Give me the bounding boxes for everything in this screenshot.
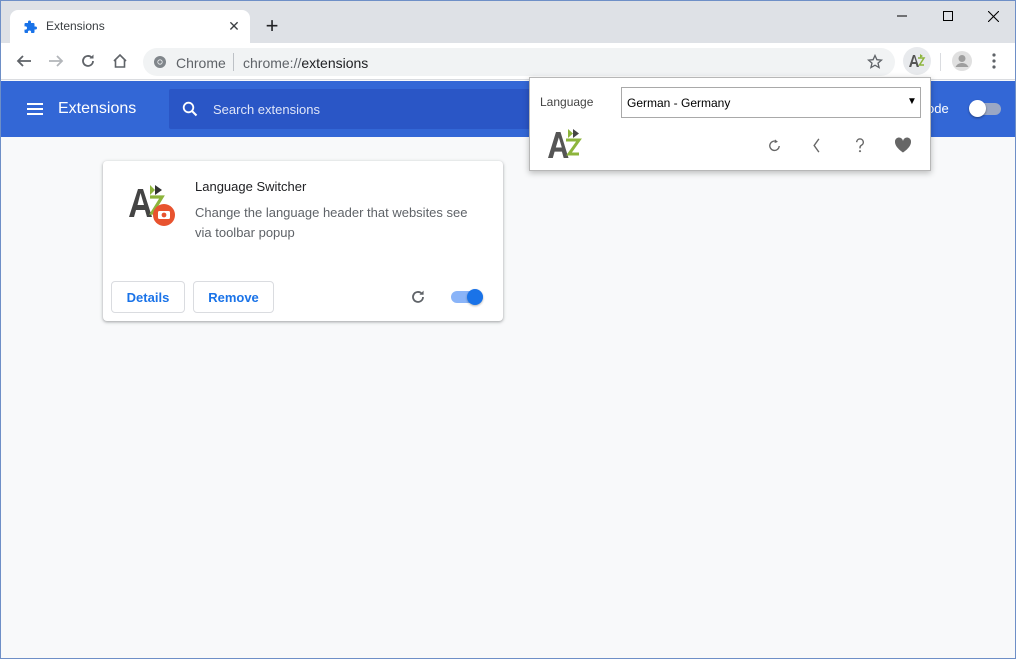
- home-button[interactable]: [107, 48, 133, 74]
- extension-description: Change the language header that websites…: [195, 205, 468, 240]
- forward-arrow-icon: [49, 55, 64, 67]
- language-select[interactable]: German - Germany ▼: [621, 87, 921, 118]
- tab-strip: Extensions ✕ +: [1, 1, 1015, 43]
- home-icon: [113, 53, 127, 68]
- selected-language: German - Germany: [627, 96, 731, 110]
- hamburger-menu-icon[interactable]: [25, 99, 45, 119]
- url-host: extensions: [301, 55, 369, 71]
- profile-button[interactable]: [949, 48, 975, 74]
- dropdown-arrow-icon: ▼: [907, 96, 917, 107]
- details-button[interactable]: Details: [111, 281, 185, 313]
- developer-mode-toggle[interactable]: [969, 100, 1001, 117]
- search-icon: [182, 101, 198, 117]
- extension-enable-toggle[interactable]: [451, 289, 485, 305]
- new-tab-button[interactable]: +: [261, 15, 283, 38]
- toggle-knob: [467, 289, 483, 305]
- back-button[interactable]: [11, 48, 37, 74]
- address-bar[interactable]: Chrome chrome://extensions: [143, 48, 895, 76]
- tab-title: Extensions: [46, 19, 105, 33]
- toolbar-separator: [940, 53, 941, 71]
- extension-card: Language Switcher Change the language he…: [103, 161, 503, 321]
- puzzle-piece-icon: [24, 20, 37, 33]
- back-chevron-icon[interactable]: [806, 134, 828, 156]
- omnibox-separator: [233, 53, 234, 71]
- url-scheme: chrome://: [243, 55, 302, 71]
- browser-window: Extensions ✕ + Chrome chrome://extension…: [0, 0, 1016, 659]
- star-icon[interactable]: [867, 54, 883, 70]
- chrome-menu-button[interactable]: [983, 48, 1005, 74]
- toggle-knob: [969, 100, 986, 117]
- back-arrow-icon: [16, 55, 31, 67]
- forward-button[interactable]: [43, 48, 69, 74]
- close-icon: [987, 10, 999, 22]
- tab-extensions[interactable]: Extensions ✕: [10, 10, 250, 43]
- maximize-button[interactable]: [925, 1, 971, 31]
- refresh-icon[interactable]: [763, 134, 785, 156]
- browser-toolbar: Chrome chrome://extensions: [1, 43, 1015, 80]
- language-switcher-logo-icon: [548, 129, 582, 158]
- extension-action-icon: [909, 54, 926, 67]
- minimize-icon: [897, 15, 907, 17]
- help-icon[interactable]: [849, 134, 871, 156]
- reload-button[interactable]: [75, 48, 101, 74]
- language-switcher-logo-icon: [129, 185, 175, 226]
- more-vert-icon: [992, 53, 996, 69]
- language-switcher-popup: Language German - Germany ▼: [529, 77, 931, 171]
- reload-icon: [82, 54, 94, 67]
- profile-icon: [952, 51, 972, 71]
- card-divider: [103, 272, 503, 273]
- minimize-button[interactable]: [879, 1, 925, 31]
- extension-name: Language Switcher: [195, 179, 307, 194]
- tab-close-icon[interactable]: ✕: [226, 18, 242, 34]
- extension-action-button[interactable]: [903, 47, 931, 75]
- heart-icon[interactable]: [892, 134, 914, 156]
- remove-button[interactable]: Remove: [193, 281, 274, 313]
- language-label: Language: [540, 95, 594, 109]
- reload-extension-icon[interactable]: [409, 288, 427, 306]
- site-chip-label: Chrome: [176, 55, 226, 71]
- url-text: chrome://extensions: [243, 55, 368, 71]
- window-close-button[interactable]: [970, 1, 1015, 31]
- page-title: Extensions: [58, 100, 137, 117]
- chrome-logo-icon: [154, 56, 166, 68]
- maximize-icon: [943, 11, 953, 21]
